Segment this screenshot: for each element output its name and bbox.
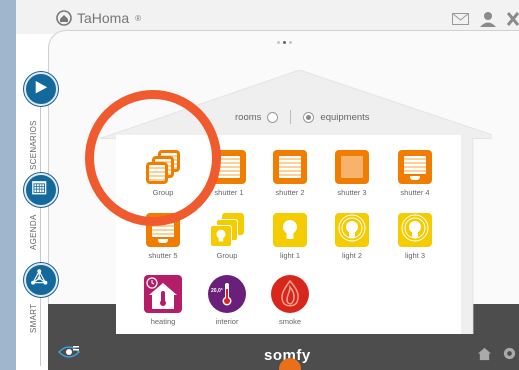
device-label: light 3	[404, 251, 425, 260]
device-label: Group	[216, 251, 238, 260]
eye-icon[interactable]	[58, 345, 80, 359]
home-edit-icon[interactable]	[477, 346, 492, 361]
rooms-radio[interactable]	[267, 111, 279, 123]
shutter-solid-icon	[335, 150, 369, 184]
device-label: shutter 2	[275, 188, 305, 197]
light-on-icon	[335, 213, 369, 247]
device-light-1[interactable]: light 1	[260, 213, 320, 260]
tahoma-logo-icon	[56, 10, 72, 26]
device-label: shutter 3	[337, 188, 367, 197]
device-smoke[interactable]: smoke	[260, 275, 320, 326]
thermometer-icon: 20,0°	[208, 275, 246, 313]
device-shutter-3[interactable]: shutter 3	[322, 150, 382, 197]
page-dot-active[interactable]	[283, 41, 286, 44]
brand: TaHoma ®	[56, 9, 141, 27]
page-dot[interactable]	[277, 41, 280, 44]
top-bar: TaHoma ®	[16, 0, 519, 34]
device-light-2[interactable]: light 2	[322, 213, 382, 260]
user-icon[interactable]	[479, 11, 497, 27]
brand-name: TaHoma	[77, 10, 130, 26]
close-icon[interactable]	[507, 12, 519, 26]
equipments-radio[interactable]	[303, 111, 315, 123]
smoke-icon	[271, 275, 309, 313]
sidebar-label-smart: SMART	[29, 303, 38, 333]
device-label: light 1	[279, 251, 300, 260]
sidebar-item-smart[interactable]	[24, 263, 58, 297]
top-icons	[452, 11, 519, 27]
settings-gear-icon[interactable]	[502, 346, 517, 361]
heating-icon	[144, 275, 182, 313]
shutter-icon	[273, 150, 307, 184]
equipments-label[interactable]: equipments	[320, 112, 369, 123]
device-group-lights[interactable]: Group	[197, 213, 257, 260]
device-light-3[interactable]: light 3	[385, 213, 445, 260]
view-toggle: rooms equipments	[235, 110, 370, 124]
device-label: interior	[215, 317, 239, 326]
brand-mark: ®	[135, 13, 142, 23]
network-icon	[31, 269, 48, 285]
group-light-icon	[210, 213, 244, 247]
sidebar-label-agenda: AGENDA	[29, 214, 38, 250]
device-interior[interactable]: 20,0° interior	[197, 275, 257, 326]
light-on-icon	[398, 213, 432, 247]
light-icon	[273, 213, 307, 247]
device-label: light 2	[341, 251, 362, 260]
device-label: shutter 4	[400, 188, 430, 197]
device-shutter-2[interactable]: shutter 2	[260, 150, 320, 197]
device-shutter-4[interactable]: shutter 4	[385, 150, 445, 197]
sidebar-label-scenarios: SCENARIOS	[29, 120, 38, 170]
device-label: shutter 5	[148, 251, 178, 260]
page-indicator	[277, 41, 292, 44]
sidebar-item-agenda[interactable]	[24, 173, 58, 207]
calendar-icon	[32, 181, 47, 195]
sidebar-rail	[40, 86, 41, 366]
mail-icon[interactable]	[452, 13, 469, 25]
play-icon	[35, 81, 48, 94]
toggle-divider	[290, 110, 292, 124]
sidebar-item-scenarios[interactable]	[24, 72, 58, 106]
rooms-label[interactable]: rooms	[235, 112, 261, 123]
device-heating[interactable]: heating	[133, 275, 193, 326]
shutter-flap-icon	[398, 150, 432, 184]
highlight-circle-annotation	[85, 90, 221, 226]
device-label: heating	[150, 317, 176, 326]
page-dot[interactable]	[289, 41, 292, 44]
interior-temperature: 20,0°	[211, 288, 223, 294]
device-label: smoke	[278, 317, 302, 326]
